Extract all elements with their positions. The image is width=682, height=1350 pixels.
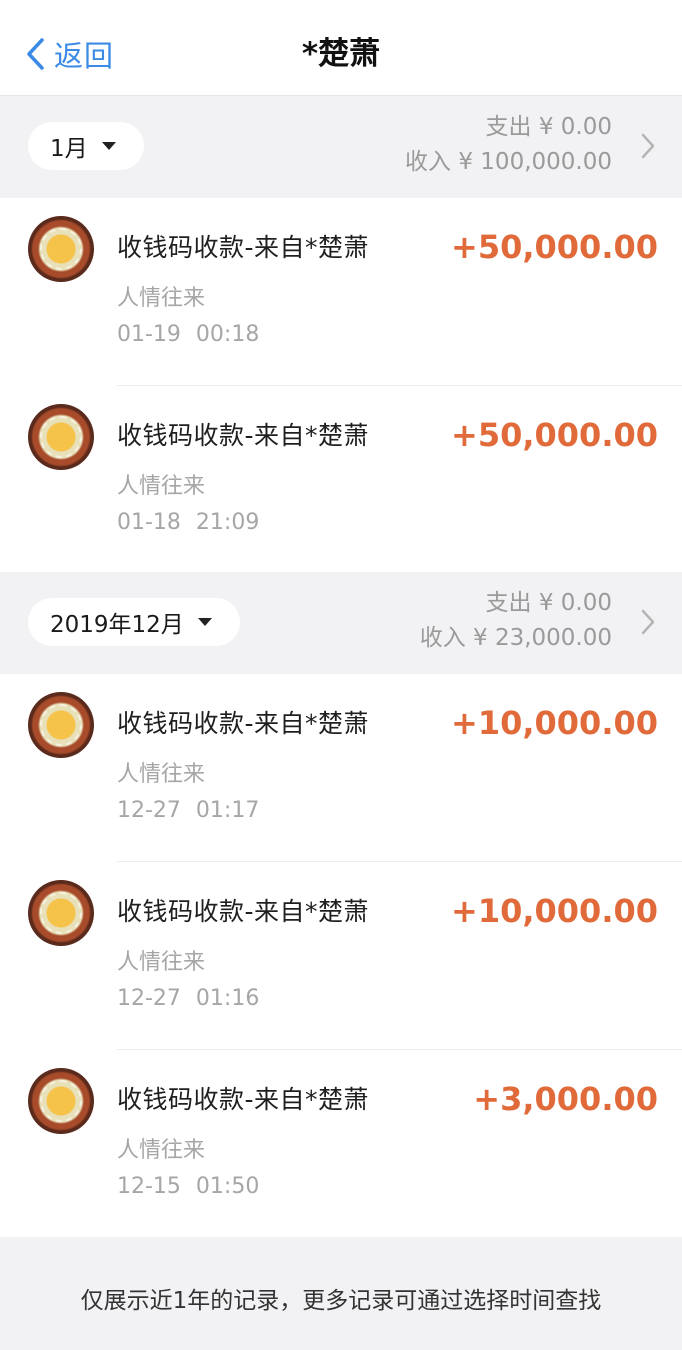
month-section-header-dec-2019: 2019年12月 支出 ¥ 0.00 收入 ¥ 23,000.00 bbox=[0, 572, 682, 674]
month-summary[interactable]: 支出 ¥ 0.00 收入 ¥ 23,000.00 bbox=[420, 586, 612, 656]
avatar bbox=[28, 692, 94, 758]
month-section-header-jan: 1月 支出 ¥ 0.00 收入 ¥ 100,000.00 bbox=[0, 96, 682, 198]
transaction-category: 人情往来 bbox=[117, 950, 206, 975]
avatar bbox=[28, 404, 94, 470]
month-summary[interactable]: 支出 ¥ 0.00 收入 ¥ 100,000.00 bbox=[405, 110, 612, 180]
month-label: 2019年12月 bbox=[50, 612, 184, 638]
transaction-row[interactable]: 收钱码收款-来自*楚萧 人情往来 12-27 01:17 +10,000.00 bbox=[0, 674, 682, 862]
income-summary: 收入 ¥ 100,000.00 bbox=[405, 149, 612, 175]
footer-text: 仅展示近1年的记录，更多记录可通过选择时间查找 bbox=[80, 1288, 602, 1314]
caret-down-icon bbox=[197, 618, 212, 626]
chevron-right-icon[interactable] bbox=[640, 608, 656, 636]
chevron-right-icon[interactable] bbox=[640, 132, 656, 160]
transaction-row[interactable]: 收钱码收款-来自*楚萧 人情往来 01-18 21:09 +50,000.00 bbox=[0, 386, 682, 574]
transaction-title: 收钱码收款-来自*楚萧 bbox=[117, 421, 370, 450]
avatar bbox=[28, 216, 94, 282]
transaction-title: 收钱码收款-来自*楚萧 bbox=[117, 1085, 370, 1114]
transaction-amount: +3,000.00 bbox=[473, 1080, 658, 1118]
avatar bbox=[28, 1068, 94, 1134]
month-label: 1月 bbox=[50, 136, 88, 162]
transaction-category: 人情往来 bbox=[117, 762, 206, 787]
transaction-amount: +10,000.00 bbox=[451, 704, 658, 742]
transaction-category: 人情往来 bbox=[117, 474, 206, 499]
transaction-time: 12-15 01:50 bbox=[117, 1174, 260, 1199]
transaction-time: 01-19 00:18 bbox=[117, 322, 260, 347]
transaction-row[interactable]: 收钱码收款-来自*楚萧 人情往来 12-15 01:50 +3,000.00 bbox=[0, 1050, 682, 1238]
transaction-row[interactable]: 收钱码收款-来自*楚萧 人情往来 01-19 00:18 +50,000.00 bbox=[0, 198, 682, 386]
transaction-title: 收钱码收款-来自*楚萧 bbox=[117, 709, 370, 738]
transaction-time: 01-18 21:09 bbox=[117, 510, 260, 535]
transaction-time: 12-27 01:17 bbox=[117, 798, 260, 823]
month-selector-jan[interactable]: 1月 bbox=[28, 122, 144, 170]
footer-notice: 仅展示近1年的记录，更多记录可通过选择时间查找 bbox=[0, 1237, 682, 1350]
avatar bbox=[28, 880, 94, 946]
transaction-row[interactable]: 收钱码收款-来自*楚萧 人情往来 12-27 01:16 +10,000.00 bbox=[0, 862, 682, 1050]
month-selector-dec-2019[interactable]: 2019年12月 bbox=[28, 598, 240, 646]
transaction-category: 人情往来 bbox=[117, 286, 206, 311]
expense-summary: 支出 ¥ 0.00 bbox=[485, 114, 612, 140]
transaction-amount: +50,000.00 bbox=[451, 416, 658, 454]
income-summary: 收入 ¥ 23,000.00 bbox=[419, 625, 612, 651]
page-title: *楚萧 bbox=[301, 36, 381, 72]
transaction-time: 12-27 01:16 bbox=[117, 986, 260, 1011]
transaction-title: 收钱码收款-来自*楚萧 bbox=[117, 897, 370, 926]
transaction-amount: +10,000.00 bbox=[451, 892, 658, 930]
transaction-category: 人情往来 bbox=[117, 1138, 206, 1163]
transaction-title: 收钱码收款-来自*楚萧 bbox=[117, 233, 370, 262]
caret-down-icon bbox=[101, 142, 116, 150]
transaction-amount: +50,000.00 bbox=[451, 228, 658, 266]
expense-summary: 支出 ¥ 0.00 bbox=[485, 590, 612, 616]
navigation-bar: 返回 *楚萧 bbox=[0, 0, 682, 96]
